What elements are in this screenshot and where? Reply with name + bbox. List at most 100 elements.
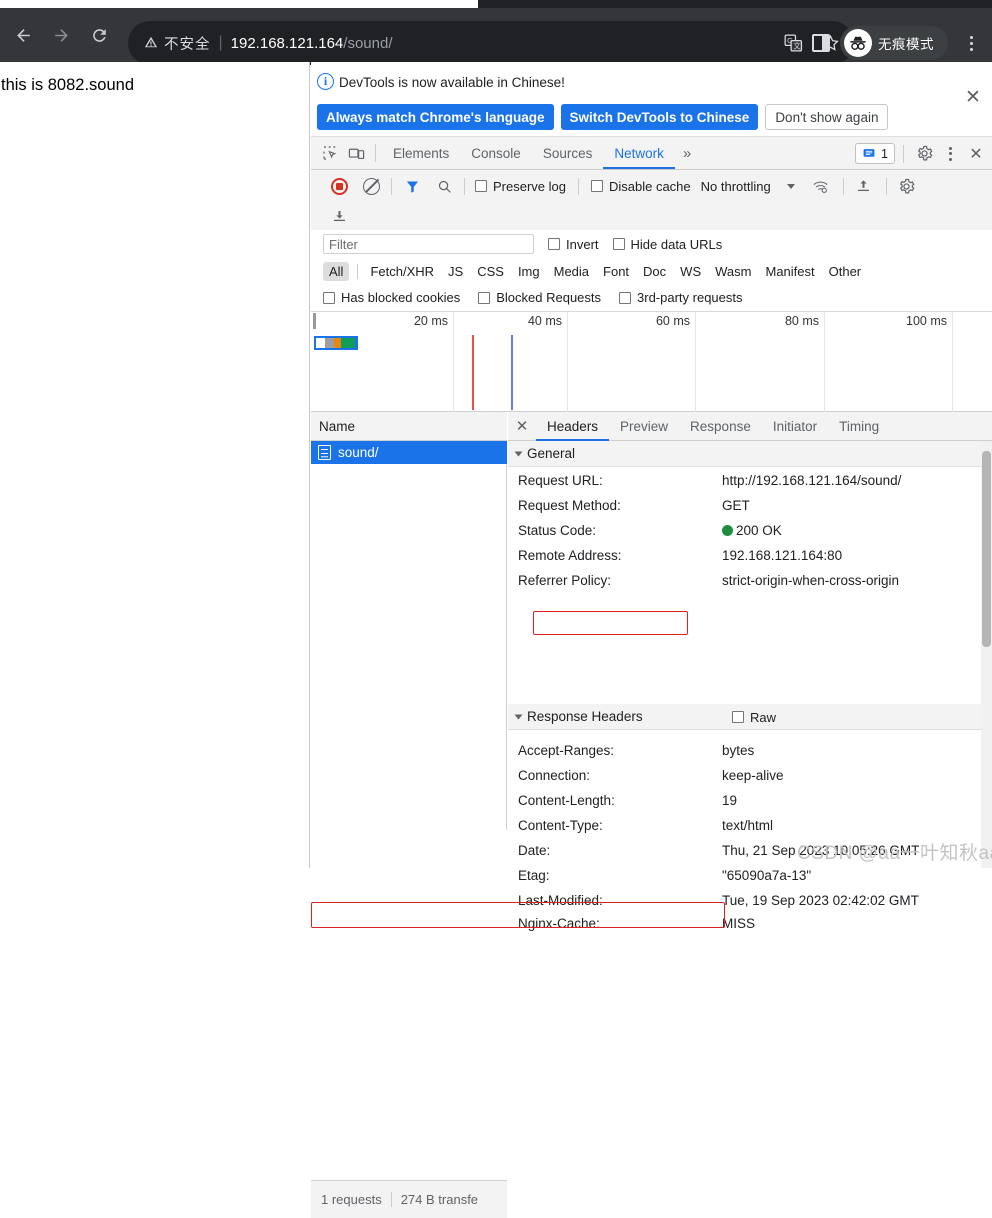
notice-buttons: Always match Chrome's language Switch De…	[317, 104, 888, 130]
notice-message: DevTools is now available in Chinese!	[339, 75, 565, 90]
import-har-button[interactable]	[848, 178, 880, 194]
type-filter-js[interactable]: JS	[442, 262, 469, 281]
export-har-button[interactable]	[323, 208, 355, 224]
header-key: Request Method:	[508, 498, 722, 513]
blocked-requests-checkbox[interactable]: Blocked Requests	[478, 290, 601, 305]
document-icon	[318, 445, 331, 460]
toolbar-divider-5	[886, 178, 887, 195]
side-panel-icon[interactable]	[812, 34, 830, 52]
general-row-referrer-policy: Referrer Policy: strict-origin-when-cros…	[508, 568, 992, 593]
general-section-header[interactable]: General	[508, 441, 992, 467]
chevron-down-icon	[515, 451, 523, 456]
kebab-menu-icon[interactable]	[938, 142, 962, 166]
status-code-highlight-box	[533, 611, 688, 635]
tab-console[interactable]: Console	[460, 137, 532, 169]
overview-left-handle[interactable]	[313, 313, 316, 329]
disable-cache-checkbox[interactable]: Disable cache	[591, 179, 691, 194]
dont-show-again-button[interactable]: Don't show again	[765, 104, 888, 130]
filter-toggle-button[interactable]	[396, 179, 428, 194]
tab-initiator[interactable]: Initiator	[762, 412, 828, 441]
tab-headers[interactable]: Headers	[536, 412, 609, 441]
tabbar-divider	[375, 144, 376, 162]
network-filter-bar: Invert Hide data URLs	[311, 230, 992, 258]
invert-checkbox[interactable]: Invert	[548, 237, 599, 252]
toolbar-divider-2	[464, 178, 465, 195]
nginx-cache-highlight-box	[311, 902, 725, 928]
network-overview-timeline[interactable]: 20 ms 40 ms 60 ms 80 ms 100 ms	[311, 312, 992, 412]
device-toolbar-icon[interactable]	[343, 140, 369, 166]
type-filter-font[interactable]: Font	[597, 262, 635, 281]
has-blocked-cookies-checkbox[interactable]: Has blocked cookies	[323, 290, 460, 305]
back-button[interactable]	[8, 20, 38, 50]
kebab-menu-icon[interactable]	[958, 26, 984, 60]
chevron-down-icon	[787, 184, 795, 189]
active-tab[interactable]	[0, 0, 478, 8]
checkbox-box	[478, 292, 490, 304]
switch-devtools-to-chinese-button[interactable]: Switch DevTools to Chinese	[561, 104, 759, 130]
browser-toolbar: 不安全 | 192.168.121.164/sound/ G 文	[0, 8, 992, 62]
translate-icon[interactable]: G 文	[784, 34, 803, 53]
type-filter-media[interactable]: Media	[548, 262, 595, 281]
request-column-header[interactable]: Name	[311, 412, 507, 441]
toolbar-divider-4	[843, 178, 844, 195]
clear-button[interactable]	[355, 178, 387, 195]
response-header-content-type: Content-Type: text/html	[508, 813, 992, 838]
response-headers-section-header[interactable]: Response Headers Raw	[508, 704, 992, 730]
raw-checkbox[interactable]: Raw	[732, 704, 776, 730]
search-icon	[437, 179, 452, 194]
type-filter-doc[interactable]: Doc	[637, 262, 672, 281]
tab-elements[interactable]: Elements	[382, 137, 460, 169]
general-row-request-url: Request URL: http://192.168.121.164/soun…	[508, 468, 992, 493]
svg-text:文: 文	[794, 42, 801, 51]
filter-divider	[357, 264, 358, 279]
tab-preview[interactable]: Preview	[609, 412, 679, 441]
always-match-language-button[interactable]: Always match Chrome's language	[317, 104, 554, 130]
preserve-log-checkbox[interactable]: Preserve log	[475, 179, 566, 194]
type-filter-ws[interactable]: WS	[674, 262, 707, 281]
close-icon[interactable]: ✕	[964, 88, 982, 107]
type-filter-other[interactable]: Other	[823, 262, 868, 281]
has-blocked-cookies-label: Has blocked cookies	[341, 290, 460, 305]
third-party-requests-checkbox[interactable]: 3rd-party requests	[619, 290, 743, 305]
security-label: 不安全	[164, 33, 211, 54]
search-button[interactable]	[428, 179, 460, 194]
incognito-indicator[interactable]: 无痕模式	[840, 26, 948, 60]
filter-input[interactable]	[323, 234, 534, 254]
throttling-select[interactable]: No throttling	[701, 179, 795, 194]
forward-button[interactable]	[46, 20, 76, 50]
checkbox-box	[548, 238, 560, 250]
network-conditions-button[interactable]	[805, 179, 837, 194]
devtools-tabbar: Elements Console Sources Network » 1	[311, 137, 992, 170]
status-ok-dot-icon	[722, 525, 733, 536]
issues-message-icon	[862, 147, 876, 160]
table-row[interactable]: sound/	[311, 441, 507, 464]
type-filter-wasm[interactable]: Wasm	[709, 262, 757, 281]
tab-timing[interactable]: Timing	[828, 412, 890, 441]
type-filter-all[interactable]: All	[323, 262, 349, 281]
close-icon[interactable]: ✕	[508, 417, 536, 435]
scrollbar-thumb[interactable]	[982, 451, 991, 647]
address-bar[interactable]: 不安全 | 192.168.121.164/sound/ G 文	[128, 21, 854, 65]
raw-label: Raw	[750, 710, 776, 725]
gear-icon[interactable]	[912, 142, 936, 166]
hide-data-urls-checkbox[interactable]: Hide data URLs	[613, 237, 723, 252]
close-icon[interactable]: ✕	[964, 142, 988, 166]
incognito-label: 无痕模式	[878, 33, 934, 53]
request-details-tabs: ✕ Headers Preview Response Initiator Tim…	[508, 412, 992, 441]
tab-sources[interactable]: Sources	[532, 137, 604, 169]
type-filter-fetch-xhr[interactable]: Fetch/XHR	[364, 262, 440, 281]
details-scrollbar[interactable]	[981, 441, 992, 868]
inspect-element-icon[interactable]	[317, 140, 343, 166]
tab-response[interactable]: Response	[679, 412, 762, 441]
header-key: Connection:	[508, 768, 722, 783]
record-stop-button[interactable]	[323, 178, 355, 195]
reload-button[interactable]	[84, 20, 114, 50]
type-filter-manifest[interactable]: Manifest	[759, 262, 820, 281]
chevron-double-right-icon[interactable]: »	[675, 137, 699, 169]
tab-network[interactable]: Network	[603, 137, 675, 169]
type-filter-css[interactable]: CSS	[471, 262, 510, 281]
type-filter-img[interactable]: Img	[512, 262, 546, 281]
issues-counter[interactable]: 1	[855, 143, 895, 164]
ruler-label-60ms: 60 ms	[656, 314, 695, 328]
network-settings-button[interactable]	[891, 178, 923, 195]
